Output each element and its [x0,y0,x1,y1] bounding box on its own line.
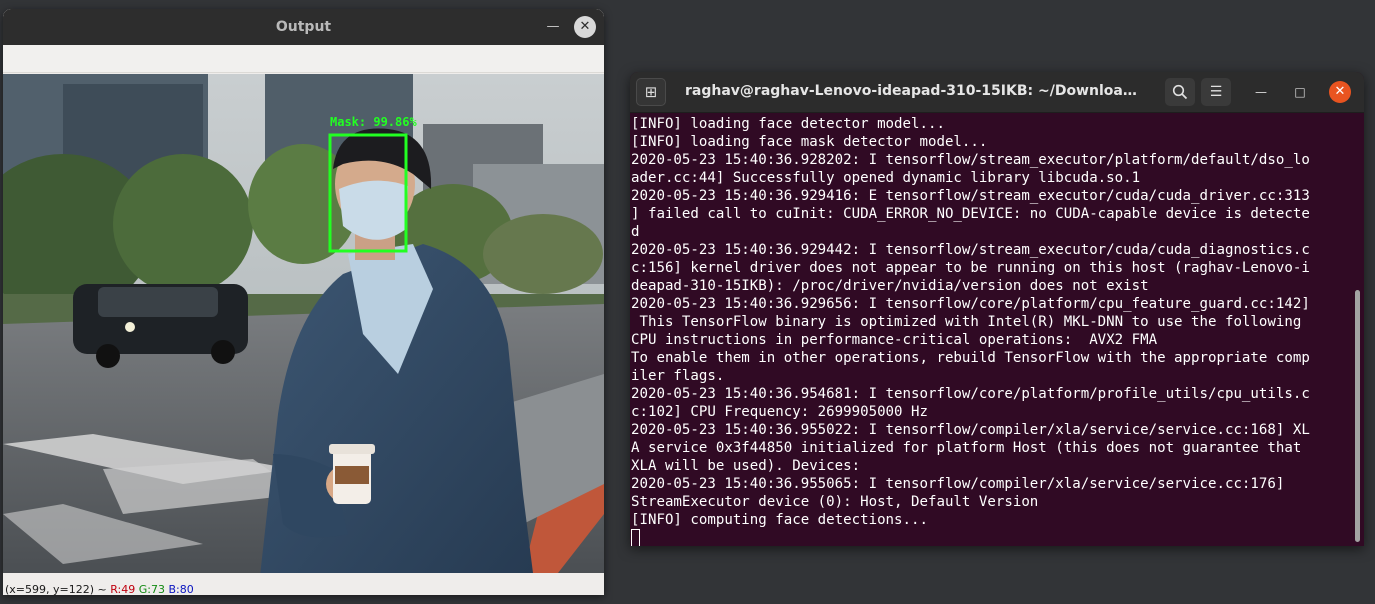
hamburger-menu-icon: ☰ [1209,84,1223,100]
terminal-line: c:156] kernel driver does not appear to … [631,260,1310,276]
status-g: G:73 [138,583,165,595]
terminal-scrollbar[interactable] [1355,290,1360,542]
terminal-line: 2020-05-23 15:40:36.929656: I tensorflow… [631,296,1310,312]
terminal-cursor [631,529,640,546]
status-bar: (x=599, y=122) ~ R:49 G:73 B:80 [3,573,604,595]
close-icon[interactable]: ✕ [574,16,596,38]
close-icon[interactable]: ✕ [1329,81,1351,103]
output-window-title: Output [275,19,332,35]
status-r: R:49 [110,583,136,595]
terminal-line: 2020-05-23 15:40:36.955065: I tensorflow… [631,476,1285,492]
terminal-line: To enable them in other operations, rebu… [631,350,1310,366]
terminal-headerbar[interactable]: ⊞ raghav@raghav-Lenovo-ideapad-310-15IKB… [630,72,1364,113]
minimize-icon[interactable]: — [542,16,564,38]
terminal-line: ] failed call to cuInit: CUDA_ERROR_NO_D… [631,206,1310,222]
terminal-line: XLA will be used). Devices: [631,458,861,474]
new-tab-button[interactable]: ⊞ [636,78,666,106]
terminal-line: 2020-05-23 15:40:36.954681: I tensorflow… [631,386,1310,402]
maximize-icon[interactable]: □ [1289,81,1311,103]
terminal-line: [INFO] loading face mask detector model.… [631,134,988,150]
terminal-line: 2020-05-23 15:40:36.928202: I tensorflow… [631,152,1310,168]
terminal-line: StreamExecutor device (0): Host, Default… [631,494,1039,510]
minimize-icon[interactable]: — [1250,81,1272,103]
terminal-line: 2020-05-23 15:40:36.929416: E tensorflow… [631,188,1310,204]
terminal-title: raghav@raghav-Lenovo-ideapad-310-15IKB: … [685,83,1145,99]
detection-label: Mask: 99.86% [330,115,417,129]
terminal-line: CPU instructions in performance-critical… [631,332,1158,348]
terminal-line: deapad-310-15IKB): /proc/driver/nvidia/v… [631,278,1149,294]
output-toolbar [3,45,604,73]
status-b: B:80 [168,583,194,595]
terminal-line: [INFO] loading face detector model... [631,116,945,132]
terminal-line: This TensorFlow binary is optimized with… [631,314,1302,330]
terminal-line: 2020-05-23 15:40:36.929442: I tensorflow… [631,242,1310,258]
terminal-prompt-line [631,529,1353,546]
terminal-line: d [631,224,640,240]
output-titlebar[interactable]: Output — ✕ [3,9,604,45]
new-tab-icon: ⊞ [644,83,658,101]
terminal-line: [INFO] computing face detections... [631,512,928,528]
search-button[interactable] [1165,78,1195,106]
menu-button[interactable]: ☰ [1201,78,1231,106]
output-window: Output — ✕ Mask: 99.86% (x=599, y=122) ~… [3,9,604,595]
street-photo: Mask: 99.86% [3,74,604,573]
status-coords: (x=599, y=122) ~ [5,583,107,595]
terminal-line: iler flags. [631,368,725,384]
output-image[interactable]: Mask: 99.86% [3,74,604,573]
terminal-line: ader.cc:44] Successfully opened dynamic … [631,170,1141,186]
terminal-line: A service 0x3f44850 initialized for plat… [631,440,1302,456]
terminal-window: ⊞ raghav@raghav-Lenovo-ideapad-310-15IKB… [630,72,1364,546]
terminal-output[interactable]: [INFO] loading face detector model... [IN… [631,115,1353,546]
terminal-line: c:102] CPU Frequency: 2699905000 Hz [631,404,928,420]
terminal-line: 2020-05-23 15:40:36.955022: I tensorflow… [631,422,1310,438]
search-icon [1172,84,1188,100]
